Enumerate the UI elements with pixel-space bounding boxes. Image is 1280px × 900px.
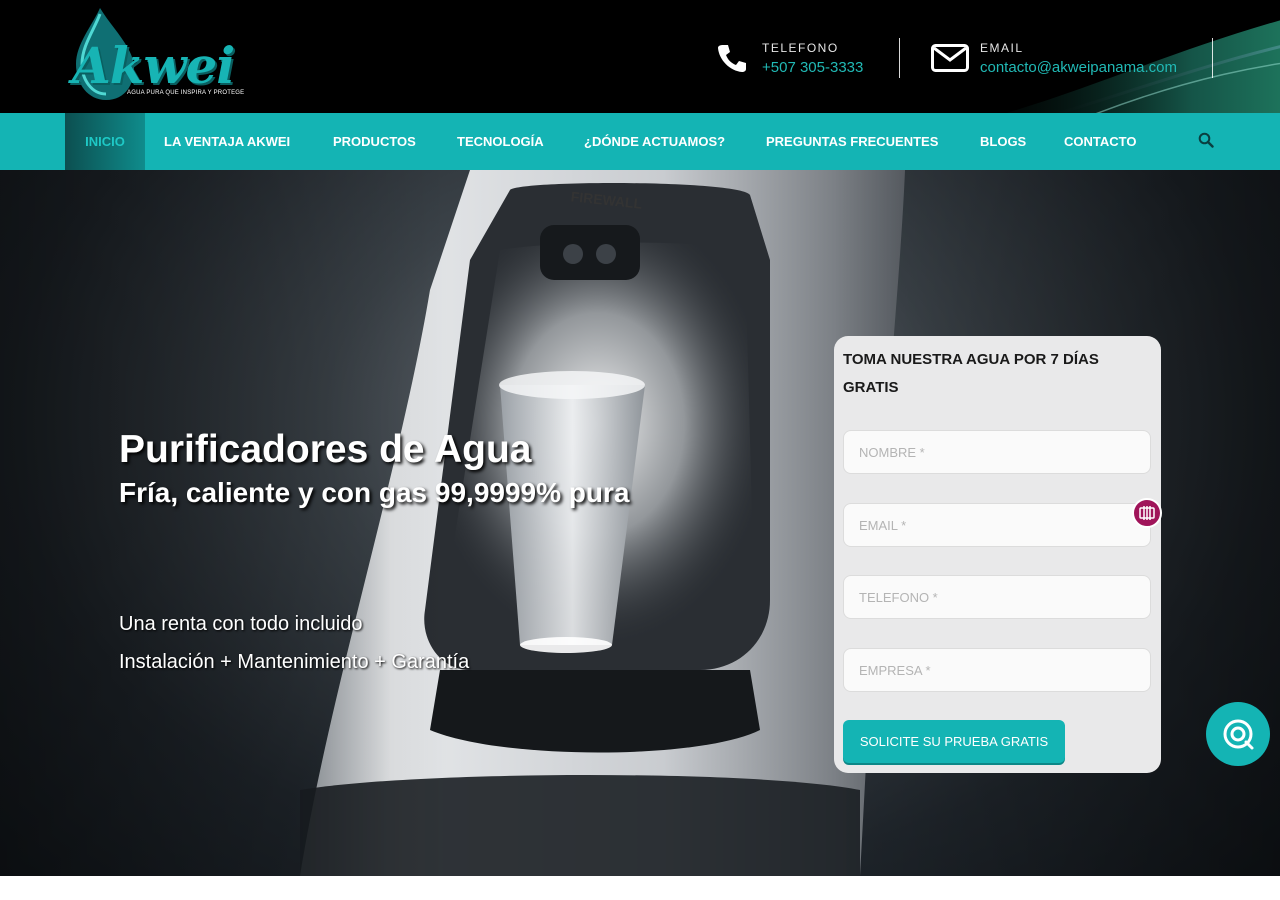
phone-icon	[712, 40, 752, 76]
hero-title: Purificadores de Agua	[119, 428, 532, 471]
envelope-icon	[930, 40, 970, 76]
email-label: EMAIL	[980, 40, 1024, 55]
brand-logo[interactable]: Akwei AGUA PURA QUE INSPIRA Y PROTEGE	[72, 6, 247, 104]
header-divider	[899, 38, 900, 78]
nav-item-inicio[interactable]: INICIO	[65, 113, 145, 170]
email-field[interactable]	[843, 503, 1151, 547]
nav-item-contacto[interactable]: CONTACTO	[1064, 113, 1136, 170]
hero-section: FIREWALL Purificadores de Agua Fría, cal…	[0, 170, 1280, 876]
nav-item-donde-actuamos[interactable]: ¿DÓNDE ACTUAMOS?	[584, 113, 725, 170]
request-free-trial-button[interactable]: SOLICITE SU PRUEBA GRATIS	[843, 720, 1065, 763]
phone-field[interactable]	[843, 575, 1151, 619]
free-trial-form: TOMA NUESTRA AGUA POR 7 DÍAS GRATIS SOLI…	[834, 336, 1162, 773]
company-field[interactable]	[843, 648, 1151, 692]
email-address-link[interactable]: contacto@akweipanama.com	[980, 59, 1177, 76]
hero-rental-line: Una renta con todo incluido	[119, 613, 363, 635]
chat-icon[interactable]	[1206, 702, 1270, 766]
brand-name: Akwei	[72, 36, 235, 95]
header-email[interactable]: EMAIL contacto@akweipanama.com	[930, 38, 1177, 78]
nav-item-productos[interactable]: PRODUCTOS	[333, 113, 416, 170]
password-manager-icon[interactable]	[1132, 498, 1162, 528]
hero-subtitle: Fría, caliente y con gas 99,9999% pura	[119, 477, 630, 508]
nav-item-preguntas-frecuentes[interactable]: PREGUNTAS FRECUENTES	[766, 113, 938, 170]
phone-label: TELEFONO	[762, 40, 839, 55]
brand-tagline: AGUA PURA QUE INSPIRA Y PROTEGE	[127, 90, 245, 96]
header-phone[interactable]: TELEFONO +507 305-3333	[712, 38, 863, 78]
search-icon[interactable]	[1198, 132, 1218, 152]
header-divider	[1212, 38, 1213, 78]
nav-item-tecnologia[interactable]: TECNOLOGÍA	[457, 113, 544, 170]
name-field[interactable]	[843, 430, 1151, 474]
site-header: Akwei AGUA PURA QUE INSPIRA Y PROTEGE TE…	[0, 0, 1280, 113]
nav-item-la-ventaja-akwei[interactable]: LA VENTAJA AKWEI	[164, 113, 290, 170]
hero-services-line: Instalación + Mantenimiento + Garantía	[119, 651, 470, 673]
form-title: TOMA NUESTRA AGUA POR 7 DÍAS GRATIS	[843, 351, 1099, 396]
main-navigation: INICIO LA VENTAJA AKWEI PRODUCTOS TECNOL…	[0, 113, 1280, 170]
nav-item-blogs[interactable]: BLOGS	[980, 113, 1026, 170]
phone-number-link[interactable]: +507 305-3333	[762, 59, 863, 76]
